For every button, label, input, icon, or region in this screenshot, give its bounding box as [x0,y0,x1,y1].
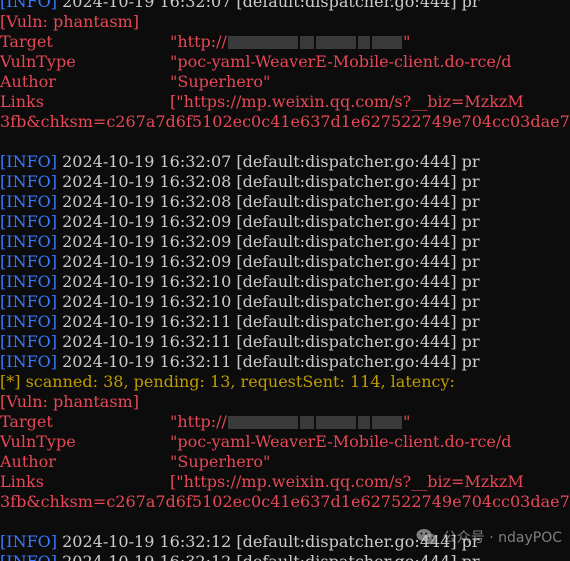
redacted-block [371,36,402,49]
log-message: 2024-10-19 16:32:10 [default:dispatcher.… [57,292,480,311]
info-log-line: [INFO] 2024-10-19 16:32:08 [default:disp… [0,172,570,192]
log-message: 2024-10-19 16:32:10 [default:dispatcher.… [57,272,480,291]
log-message: 2024-10-19 16:32:12 [default:dispatcher.… [57,552,479,561]
watermark: 公众号 · ndayPOC [416,526,562,548]
field-value: "http:// [170,32,227,51]
field-value: "poc-yaml-WeaverE-Mobile-client.do-rce/d [170,52,512,71]
info-tag: [INFO] [0,152,58,171]
vuln-field-vulntype: VulnType "poc-yaml-WeaverE-Mobile-client.… [0,52,570,72]
redacted-block [227,36,298,49]
vuln-field-author: Author "Superhero" [0,72,570,92]
redacted-block [299,36,314,49]
log-message: 2024-10-19 16:32:08 [default:dispatcher.… [57,172,480,191]
info-log-line: [INFO] 2024-10-19 16:32:09 [default:disp… [0,252,570,272]
wechat-icon [416,528,438,546]
info-log-line: [INFO] 2024-10-19 16:32:09 [default:disp… [0,212,570,232]
field-value: ["https://mp.weixin.qq.com/s?__biz=MzkzM [170,472,524,491]
scan-status: [*] scanned: 38, pending: 13, requestSen… [0,372,460,391]
info-tag: [INFO] [0,212,58,231]
field-key: VulnType [0,432,76,451]
watermark-text: 公众号 · ndayPOC [442,530,562,546]
field-key: Links [0,472,44,491]
redacted-block [299,416,314,429]
vuln-link-continuation: 3fb&chksm=c267a7d6f5102ec0c41e637d1e6275… [0,492,570,512]
info-log-line: [INFO] 2024-10-19 16:32:11 [default:disp… [0,312,570,332]
log-message: 2024-10-19 16:32:11 [default:dispatcher.… [57,312,480,331]
info-tag: [INFO] [0,352,58,371]
log-message: 2024-10-19 16:32:11 [default:dispatcher.… [57,352,480,371]
info-tag: [INFO] [0,312,58,331]
redacted-block [315,36,356,49]
redacted-block [357,416,370,429]
info-tag: [INFO] [0,272,58,291]
field-value-continued: 3fb&chksm=c267a7d6f5102ec0c41e637d1e6275… [0,492,570,511]
field-value: ["https://mp.weixin.qq.com/s?__biz=MzkzM [170,92,524,111]
info-log-line: [INFO] 2024-10-19 16:32:07 [default:disp… [0,152,570,172]
redacted-block [227,416,298,429]
info-tag: [INFO] [0,172,58,191]
vuln-field-target: Target "http:// " [0,412,570,432]
vuln-title: [Vuln: phantasm] [0,392,139,411]
vuln-field-vulntype: VulnType "poc-yaml-WeaverE-Mobile-client.… [0,432,570,452]
vuln-field-target: Target "http:// " [0,32,570,52]
terminal-window[interactable]: [INFO] 2024-10-19 16:32:07 [default:disp… [0,0,570,561]
log-message: 2024-10-19 16:32:09 [default:dispatcher.… [57,212,480,231]
info-tag: [INFO] [0,0,58,11]
log-message: 2024-10-19 16:32:09 [default:dispatcher.… [57,252,480,271]
redacted-block [315,416,356,429]
field-value: "Superhero" [170,452,271,471]
info-tag: [INFO] [0,332,58,351]
field-key: Links [0,92,44,111]
info-tag: [INFO] [0,532,58,551]
field-key: Target [0,32,53,51]
field-value: "Superhero" [170,72,271,91]
redacted-block [357,36,370,49]
info-log-line: [INFO] 2024-10-19 16:32:10 [default:disp… [0,292,570,312]
vuln-header: [Vuln: phantasm] [0,12,570,32]
info-tag: [INFO] [0,192,58,211]
info-log-line: [INFO] 2024-10-19 16:32:09 [default:disp… [0,232,570,252]
log-message: 2024-10-19 16:32:11 [default:dispatcher.… [57,332,480,351]
info-tag: [INFO] [0,252,58,271]
field-key: Author [0,72,56,91]
vuln-link-continuation: 3fb&chksm=c267a7d6f5102ec0c41e637d1e6275… [0,112,570,132]
field-value-end: " [402,32,411,51]
info-log-line: [INFO] 2024-10-19 16:32:11 [default:disp… [0,352,570,372]
scan-status-line: [*] scanned: 38, pending: 13, requestSen… [0,372,570,392]
field-key: VulnType [0,52,76,71]
vuln-title: [Vuln: phantasm] [0,12,139,31]
info-log-line: [INFO] 2024-10-19 16:32:10 [default:disp… [0,272,570,292]
info-log-line: [INFO] 2024-10-19 16:32:07 [default:disp… [0,0,570,12]
info-tag: [INFO] [0,292,58,311]
field-value-end: " [402,412,411,431]
redacted-block [371,416,402,429]
vuln-field-author: Author "Superhero" [0,452,570,472]
vuln-header: [Vuln: phantasm] [0,392,570,412]
vuln-field-links: Links ["https://mp.weixin.qq.com/s?__biz=… [0,92,570,112]
log-message: 2024-10-19 16:32:08 [default:dispatcher.… [57,192,480,211]
field-value-continued: 3fb&chksm=c267a7d6f5102ec0c41e637d1e6275… [0,112,570,131]
field-key: Author [0,452,56,471]
field-key: Target [0,412,53,431]
info-tag: [INFO] [0,232,58,251]
info-log-line: [INFO] 2024-10-19 16:32:11 [default:disp… [0,332,570,352]
vuln-field-links: Links ["https://mp.weixin.qq.com/s?__biz=… [0,472,570,492]
log-message: 2024-10-19 16:32:07 [default:dispatcher.… [57,152,480,171]
log-message: 2024-10-19 16:32:09 [default:dispatcher.… [57,232,480,251]
log-message: 2024-10-19 16:32:07 [default:dispatcher.… [57,0,480,11]
info-log-line: [INFO] 2024-10-19 16:32:12 [default:disp… [0,552,570,561]
field-value: "poc-yaml-WeaverE-Mobile-client.do-rce/d [170,432,512,451]
field-value: "http:// [170,412,227,431]
info-tag: [INFO] [0,552,57,561]
info-log-line: [INFO] 2024-10-19 16:32:08 [default:disp… [0,192,570,212]
